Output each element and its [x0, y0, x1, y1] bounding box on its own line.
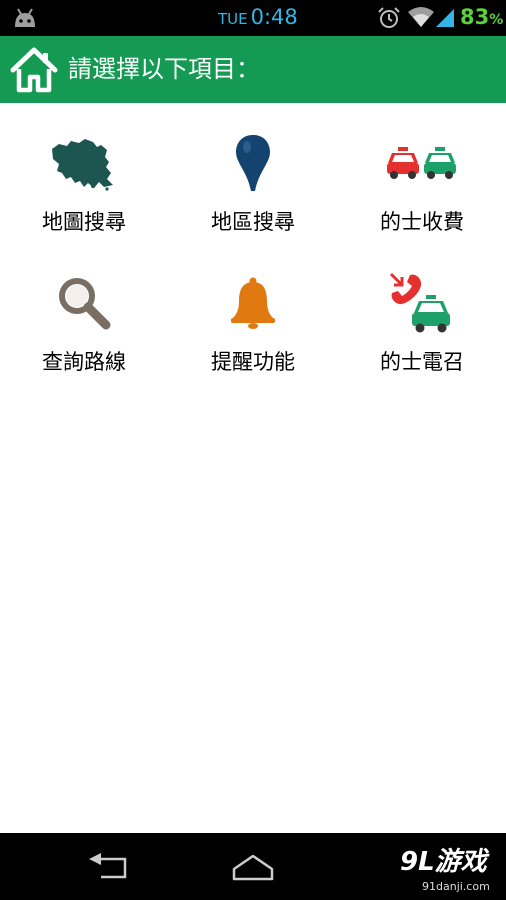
home-nav-icon[interactable]: [230, 853, 276, 881]
taxi-call-icon: [389, 272, 450, 333]
location-pin-icon: [236, 135, 270, 191]
status-time: 0:48: [250, 5, 298, 29]
menu-label: 的士收費: [380, 210, 464, 234]
watermark-url: 91danji.com: [422, 880, 490, 893]
android-icon: [15, 8, 35, 27]
magnifier-icon: [59, 278, 111, 330]
wifi-icon: [408, 7, 434, 27]
status-day: TUE: [218, 10, 248, 28]
back-icon[interactable]: [85, 853, 131, 881]
alarm-icon: [378, 7, 400, 28]
bell-icon: [231, 277, 275, 329]
menu-grid: 地圖搜尋 地區搜尋 的士收費 查詢路線 提醒功能 的士電召: [0, 103, 506, 833]
menu-item-taxi-fare[interactable]: 的士收費: [338, 115, 506, 235]
battery-indicator: 83 %: [460, 5, 503, 29]
battery-value: 83: [460, 5, 490, 29]
status-bar: TUE 0:48 83 %: [0, 0, 506, 36]
app-header: 請選擇以下項目：: [0, 36, 506, 103]
menu-item-reminder[interactable]: 提醒功能: [169, 255, 337, 375]
home-icon[interactable]: [9, 45, 59, 93]
menu-item-map-search[interactable]: 地圖搜尋: [0, 115, 168, 235]
signal-icon: [436, 9, 454, 27]
map-icon: [52, 139, 113, 191]
menu-label: 查詢路線: [42, 350, 126, 374]
page-title: 請選擇以下項目：: [68, 55, 260, 83]
menu-label: 地區搜尋: [211, 210, 295, 234]
taxi-fare-icon: [387, 147, 456, 179]
menu-item-route-query[interactable]: 查詢路線: [0, 255, 168, 375]
menu-label: 地圖搜尋: [42, 210, 126, 234]
menu-item-taxi-call[interactable]: 的士電召: [338, 255, 506, 375]
battery-unit: %: [489, 12, 504, 28]
menu-item-district-search[interactable]: 地區搜尋: [169, 115, 337, 235]
status-clock: TUE 0:48: [218, 5, 298, 31]
menu-label: 的士電召: [380, 350, 464, 374]
system-nav-bar: 9L游戏 91danji.com: [0, 833, 506, 900]
menu-label: 提醒功能: [211, 350, 295, 374]
watermark-logo: 9L游戏: [400, 847, 487, 877]
